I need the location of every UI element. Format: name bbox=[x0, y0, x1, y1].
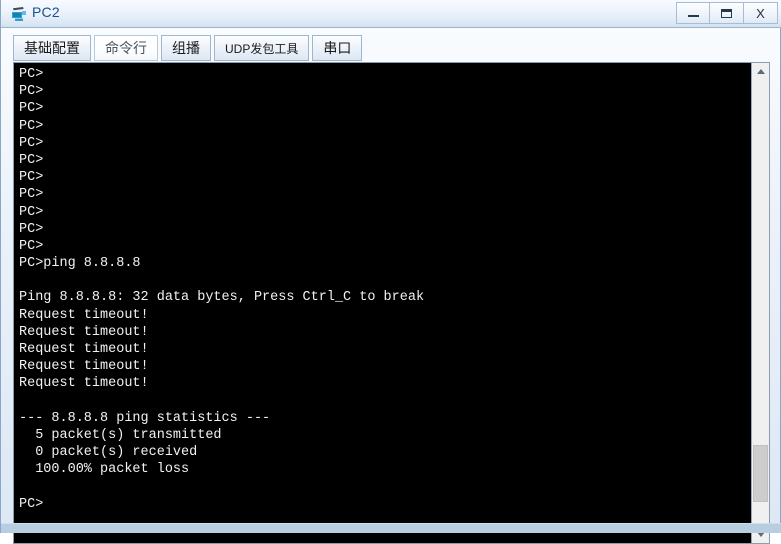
pc-device-icon bbox=[12, 7, 26, 21]
terminal-line: PC> bbox=[19, 152, 44, 168]
tab-serial-port[interactable]: 串口 bbox=[312, 35, 363, 61]
title-bar[interactable]: PC2 X bbox=[1, 0, 781, 28]
tab-strip: 基础配置 命令行 组播 UDP发包工具 串口 bbox=[13, 35, 365, 61]
tab-basic-config[interactable]: 基础配置 bbox=[13, 35, 91, 61]
window-content: 基础配置 命令行 组播 UDP发包工具 串口 PC> PC> PC> PC> PC> PC… bbox=[1, 28, 781, 544]
terminal-panel: PC> PC> PC> PC> PC> PC> PC> PC> PC> PC> PC> PC>ping… bbox=[13, 62, 770, 544]
close-button[interactable]: X bbox=[744, 2, 778, 24]
terminal-line: Ping 8.8.8.8: 32 data bytes, Press Ctrl_… bbox=[19, 290, 425, 306]
terminal-line: PC> bbox=[19, 238, 44, 254]
terminal-line: Request timeout! bbox=[19, 342, 149, 357]
close-icon: X bbox=[756, 5, 765, 21]
terminal-line: PC> bbox=[19, 170, 44, 186]
window-title: PC2 bbox=[32, 4, 60, 20]
scroll-up-button[interactable] bbox=[752, 63, 769, 80]
terminal-line: PC> bbox=[19, 84, 44, 100]
terminal-line: PC> bbox=[19, 135, 44, 151]
tab-multicast-label: 组播 bbox=[172, 40, 200, 56]
terminal-line: PC>ping 8.8.8.8 bbox=[19, 256, 141, 272]
terminal-line: PC> bbox=[19, 67, 44, 82]
terminal-line: Request timeout! bbox=[19, 324, 149, 340]
terminal-line: Request timeout! bbox=[19, 307, 149, 323]
terminal-line: Request timeout! bbox=[19, 376, 149, 392]
terminal-line: PC> bbox=[19, 221, 44, 237]
tab-command-line-label: 命令行 bbox=[105, 40, 147, 56]
scrollbar-track[interactable] bbox=[752, 80, 769, 526]
tab-udp-tool[interactable]: UDP发包工具 bbox=[214, 35, 310, 61]
tab-udp-tool-label: UDP发包工具 bbox=[225, 41, 299, 56]
maximize-button[interactable] bbox=[710, 2, 744, 24]
terminal-line: 0 packet(s) received bbox=[19, 445, 198, 461]
terminal-output[interactable]: PC> PC> PC> PC> PC> PC> PC> PC> PC> PC> PC> PC>ping… bbox=[14, 63, 751, 543]
tab-serial-port-label: 串口 bbox=[323, 40, 352, 56]
scrollbar-thumb[interactable] bbox=[753, 445, 768, 502]
minimize-icon bbox=[677, 3, 709, 23]
terminal-line: --- 8.8.8.8 ping statistics --- bbox=[19, 410, 271, 426]
terminal-line: Request timeout! bbox=[19, 359, 149, 375]
tab-multicast[interactable]: 组播 bbox=[161, 35, 211, 61]
terminal-line: PC> bbox=[19, 118, 44, 134]
scroll-up-arrow-icon bbox=[756, 69, 765, 74]
terminal-line: PC> bbox=[19, 101, 44, 117]
window-controls: X bbox=[676, 2, 778, 25]
window-bottom-edge bbox=[1, 523, 781, 533]
minimize-button[interactable] bbox=[676, 2, 710, 24]
terminal-line: 100.00% packet loss bbox=[19, 462, 190, 478]
terminal-scrollbar[interactable] bbox=[751, 63, 769, 543]
terminal-line: PC> bbox=[19, 187, 44, 203]
pc2-window: PC2 X 基础配置 命令行 组播 UDP发包工具 串口 PC> PC> PC>… bbox=[0, 0, 781, 544]
tab-command-line[interactable]: 命令行 bbox=[94, 35, 158, 61]
terminal-line: 5 packet(s) transmitted bbox=[19, 427, 222, 443]
tab-basic-config-label: 基础配置 bbox=[24, 40, 80, 56]
terminal-line: PC> bbox=[19, 204, 44, 220]
maximize-icon bbox=[710, 3, 743, 23]
terminal-line: PC> bbox=[19, 496, 44, 512]
